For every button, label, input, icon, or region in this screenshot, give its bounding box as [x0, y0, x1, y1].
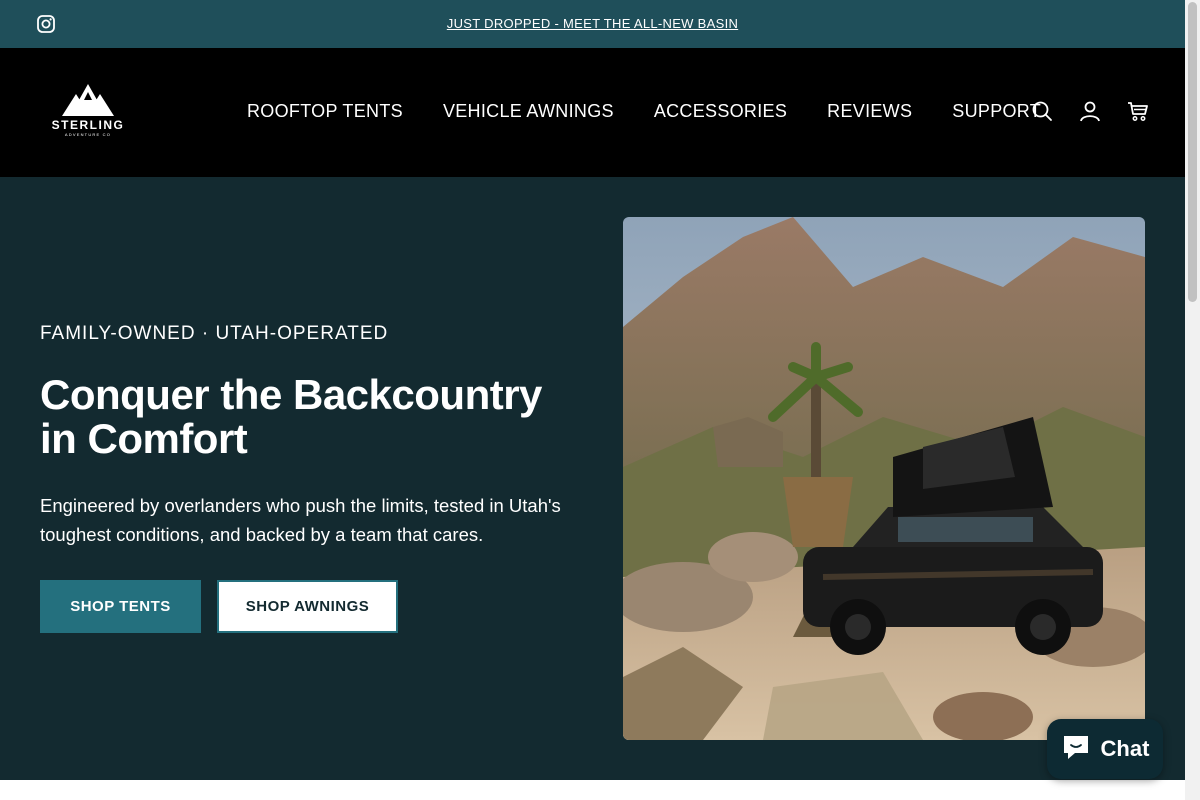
chat-label: Chat [1100, 736, 1150, 761]
logo-tagline: ADVENTURE CO [64, 132, 112, 137]
nav-reviews[interactable]: REVIEWS [807, 101, 932, 122]
hero-headline: Conquer the Backcountry in Comfort [40, 371, 542, 462]
hero-section: FAMILY-OWNED · UTAH-OPERATED Conquer the… [0, 177, 1185, 780]
logo-mountain-mark [62, 84, 114, 116]
announcement-link[interactable]: JUST DROPPED - MEET THE ALL-NEW BASIN [0, 16, 1185, 31]
shop-awnings-button[interactable]: SHOP AWNINGS [217, 580, 398, 633]
hero-eyebrow: FAMILY-OWNED · UTAH-OPERATED [40, 323, 389, 344]
cart-icon[interactable] [1127, 100, 1149, 122]
chat-bubble-icon [1061, 733, 1091, 766]
search-icon[interactable] [1031, 100, 1053, 122]
hero-image [623, 217, 1145, 740]
hero-subcopy: Engineered by overlanders who push the l… [40, 495, 561, 545]
brand-logo[interactable]: STERLING ADVENTURE CO [48, 82, 128, 142]
page-scrollbar[interactable] [1185, 0, 1200, 800]
nav-vehicle-awnings[interactable]: VEHICLE AWNINGS [423, 101, 634, 122]
header-actions [1031, 100, 1149, 122]
logo-wordmark: STERLING [51, 118, 125, 132]
announcement-bar: JUST DROPPED - MEET THE ALL-NEW BASIN [0, 0, 1185, 48]
account-icon[interactable] [1079, 100, 1101, 122]
chat-launcher[interactable]: Chat [1047, 719, 1163, 779]
main-nav: ROOFTOP TENTS VEHICLE AWNINGS ACCESSORIE… [227, 101, 1061, 122]
nav-rooftop-tents[interactable]: ROOFTOP TENTS [227, 101, 423, 122]
site-header: STERLING ADVENTURE CO ROOFTOP TENTS VEHI… [0, 48, 1185, 177]
scrollbar-thumb[interactable] [1188, 2, 1197, 302]
nav-accessories[interactable]: ACCESSORIES [634, 101, 807, 122]
shop-tents-button[interactable]: SHOP TENTS [40, 580, 201, 633]
